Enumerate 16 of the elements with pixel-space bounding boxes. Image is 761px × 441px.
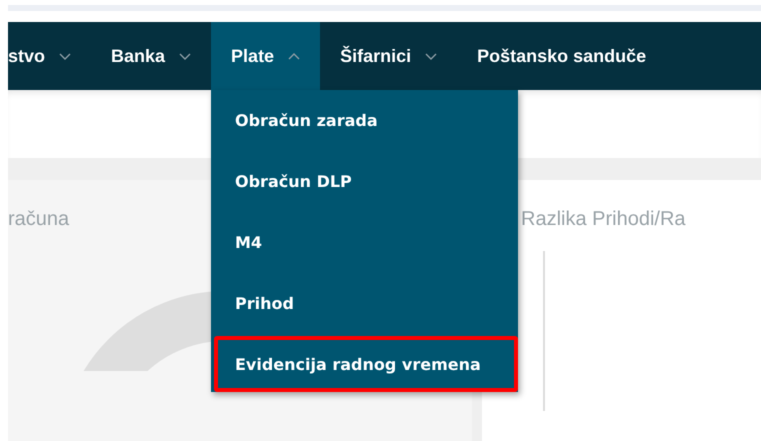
nav-tab[interactable]: stvo [8,22,92,90]
menu-item[interactable]: Obračun zarada [211,92,518,149]
menu-item[interactable]: Obračun DLP [211,153,518,210]
nav-tab[interactable]: Banka [91,22,212,90]
chevron-down-icon [59,52,72,60]
nav-tab[interactable]: Poštansko sanduče [457,22,666,90]
panel-title: Razlika Prihodi/Ra [521,208,687,231]
menu-item[interactable]: Prihod [211,275,518,332]
menu-item[interactable]: M4 [211,214,518,271]
nav-tab[interactable]: Plate [211,22,320,90]
chevron-up-icon [288,52,300,60]
nav-tab[interactable]: Šifarnici [320,22,458,90]
menu-item[interactable]: Evidencija radnog vremena [214,336,518,392]
chevron-down-icon [425,52,438,60]
chevron-down-icon [179,52,192,60]
panel-title: računa [8,208,70,231]
